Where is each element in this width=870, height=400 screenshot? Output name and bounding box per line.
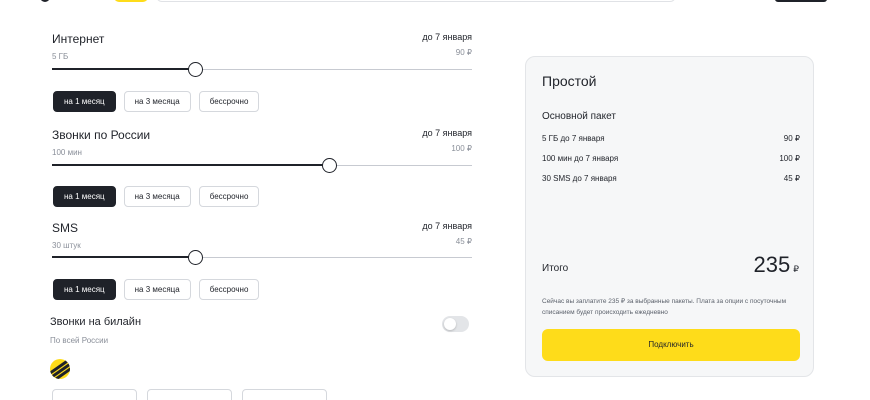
total-label: Итого (542, 263, 569, 274)
slider-fill (52, 164, 330, 166)
summary-card: Простой Основной пакет 5 ГБ до 7 января … (525, 56, 814, 377)
header-account-button[interactable] (775, 0, 827, 2)
beeline-chip[interactable] (242, 389, 327, 400)
slider-calls[interactable] (52, 158, 472, 173)
option-price: 100 ₽ (451, 144, 472, 153)
period-chip-1-month[interactable]: на 1 месяц (53, 186, 116, 207)
period-chip-unlimited[interactable]: бессрочно (198, 91, 260, 112)
option-amount: 5 ГБ (52, 52, 69, 61)
beeline-logo-icon (50, 359, 70, 379)
option-calls: Звонки по России 100 мин до 7 января 100… (52, 128, 472, 157)
connect-button[interactable]: Подключить (542, 329, 800, 361)
payment-note: Сейчас вы заплатите 235 ₽ за выбранные п… (542, 298, 787, 316)
period-chip-3-months[interactable]: на 3 месяца (123, 279, 191, 300)
period-chips-sms: на 1 месяц на 3 месяца бессрочно (53, 279, 260, 300)
summary-package-title: Основной пакет (542, 111, 616, 122)
summary-title: Простой (542, 73, 597, 89)
period-chip-3-months[interactable]: на 3 месяца (123, 186, 191, 207)
summary-item-name: 5 ГБ до 7 января (542, 134, 605, 143)
slider-thumb[interactable] (187, 250, 203, 265)
option-beeline-calls: Звонки на билайн По всей России (50, 316, 470, 345)
period-chips-internet: на 1 месяц на 3 месяца бессрочно (53, 91, 260, 112)
total-value: 235 ₽ (754, 252, 799, 278)
header-badge[interactable] (114, 0, 148, 2)
total-currency: ₽ (793, 264, 799, 274)
summary-item-price: 90 ₽ (783, 134, 800, 143)
period-chips-calls: на 1 месяц на 3 месяца бессрочно (53, 186, 260, 207)
slider-sms[interactable] (52, 250, 472, 265)
option-amount: 30 штук (52, 241, 81, 250)
slider-internet[interactable] (52, 62, 472, 77)
period-chip-unlimited[interactable]: бессрочно (198, 279, 260, 300)
option-title: SMS (52, 221, 79, 235)
option-price: 45 ₽ (455, 237, 472, 246)
slider-fill (52, 68, 195, 70)
option-title: Интернет (52, 32, 105, 46)
summary-item: 100 мин до 7 января 100 ₽ (542, 154, 800, 174)
period-chip-1-month[interactable]: на 1 месяц (53, 279, 116, 300)
option-title: Звонки по России (52, 128, 151, 142)
beeline-title: Звонки на билайн (50, 316, 142, 328)
option-date: до 7 января (422, 221, 472, 231)
beeline-chips (52, 389, 327, 400)
summary-items: 5 ГБ до 7 января 90 ₽ 100 мин до 7 январ… (542, 134, 800, 194)
slider-thumb[interactable] (322, 158, 338, 173)
option-date: до 7 января (422, 32, 472, 42)
period-chip-1-month[interactable]: на 1 месяц (53, 91, 116, 112)
period-chip-unlimited[interactable]: бессрочно (198, 186, 260, 207)
option-date: до 7 января (422, 128, 472, 138)
option-amount: 100 мин (52, 148, 82, 157)
option-price: 90 ₽ (455, 48, 472, 57)
summary-item: 30 SMS до 7 января 45 ₽ (542, 174, 800, 194)
total-amount: 235 (753, 252, 791, 277)
beeline-toggle[interactable] (442, 316, 469, 332)
summary-item-price: 100 ₽ (779, 154, 800, 163)
slider-thumb[interactable] (187, 62, 203, 77)
beeline-chip[interactable] (52, 389, 137, 400)
summary-item-price: 45 ₽ (783, 174, 800, 183)
period-chip-3-months[interactable]: на 3 месяца (123, 91, 191, 112)
header-logo[interactable] (40, 0, 50, 2)
option-sms: SMS 30 штук до 7 января 45 ₽ (52, 221, 472, 250)
summary-item-name: 30 SMS до 7 января (542, 174, 617, 183)
beeline-subtitle: По всей России (50, 336, 109, 345)
option-internet: Интернет 5 ГБ до 7 января 90 ₽ (52, 32, 472, 61)
summary-item-name: 100 мин до 7 января (542, 154, 619, 163)
slider-fill (52, 256, 195, 258)
beeline-chip[interactable] (147, 389, 232, 400)
header-search-input[interactable] (156, 0, 676, 2)
summary-item: 5 ГБ до 7 января 90 ₽ (542, 134, 800, 154)
